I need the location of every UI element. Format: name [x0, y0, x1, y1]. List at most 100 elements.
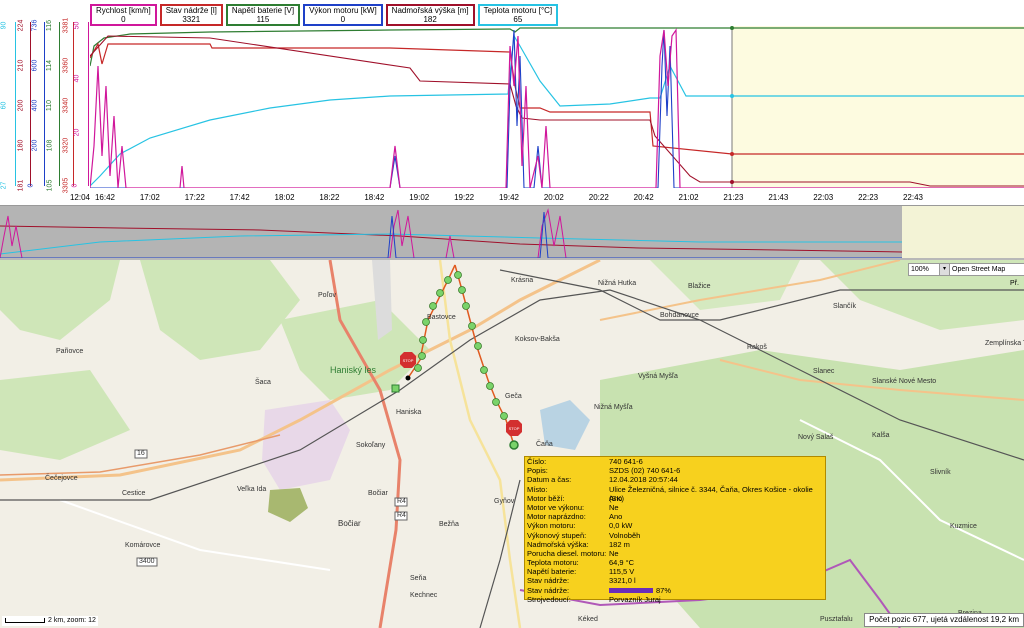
- info-key: Teplota motoru:: [527, 558, 579, 568]
- legend-label: Teplota motoru [°C]: [483, 6, 553, 15]
- time-tick: 16:42: [94, 193, 116, 202]
- info-key: Strojvedoucí:: [527, 594, 571, 604]
- time-tick: 19:42: [498, 193, 520, 202]
- place-label: Sokoľany: [356, 442, 386, 449]
- info-row: Motor naprázdno: Ano: [525, 512, 825, 521]
- scale-label: 2 km, zoom: 12: [48, 617, 96, 624]
- y-axis-tick: 114: [45, 59, 53, 72]
- map-layer-select[interactable]: Open Street Map: [949, 263, 1024, 276]
- legend-label: Nadmořská výška [m]: [391, 6, 469, 15]
- overview-plot[interactable]: [0, 206, 1024, 259]
- info-value: 12.04.2018 20:57:44: [609, 475, 678, 485]
- info-row: Stav nádrže: 87%: [525, 586, 825, 595]
- map-canvas[interactable]: STOP STOP: [0, 260, 1024, 628]
- place-label: Kéked: [578, 616, 598, 623]
- road-number-label: 16: [137, 450, 145, 457]
- legend-label: Rychlost [km/h]: [96, 6, 151, 15]
- place-label: Kuzmice: [950, 523, 977, 530]
- time-tick: 17:22: [184, 193, 205, 202]
- cursor-marker-voltage: [730, 26, 734, 30]
- info-row: Popis: SZDS (02) 740 641-6: [525, 466, 825, 475]
- timeline-overview[interactable]: [0, 205, 1024, 261]
- time-tick: 17:02: [139, 193, 160, 202]
- place-label: Slanské Nové Mesto: [872, 378, 937, 385]
- time-tick: 21:02: [678, 193, 699, 202]
- info-row: Porucha diesel. motoru: Ne: [525, 549, 825, 558]
- info-key: Místo:: [527, 484, 548, 494]
- info-value: Ano: [609, 512, 623, 522]
- chevron-down-icon[interactable]: ▾: [939, 264, 949, 275]
- y-axis-tick: 27: [0, 181, 8, 190]
- place-label: Krásna: [511, 277, 534, 284]
- place-label: Haniský les: [330, 365, 377, 375]
- place-label: Bočiar: [338, 519, 361, 528]
- map-view[interactable]: STOP STOP 16 3400 R4 R4 Poľov Krásna Nižná…: [0, 260, 1024, 628]
- place-label: Bočiar: [368, 490, 388, 497]
- current-position-marker: [509, 440, 519, 450]
- time-tick: 12:04: [69, 193, 91, 202]
- legend-label: Stav nádrže [l]: [165, 6, 217, 15]
- position-info-popup: Číslo: 740 641-6 Popis: SZDS (02) 740 641-6…: [524, 456, 826, 604]
- legend-item[interactable]: Výkon motoru [kW] 0: [303, 4, 383, 26]
- legend-value: 3321: [182, 15, 201, 24]
- info-value: Ano: [609, 493, 623, 503]
- place-label: Cestice: [122, 490, 146, 497]
- legend-item[interactable]: Napětí baterie [V] 115: [225, 4, 301, 26]
- place-label: Pusztafalu: [820, 616, 853, 623]
- legend-label: Výkon motoru [kW]: [309, 6, 377, 15]
- place-label: Geča: [505, 393, 522, 400]
- chart-plot[interactable]: [90, 26, 1024, 188]
- time-tick: 22:23: [858, 193, 879, 202]
- place-label: Bežňa: [439, 521, 459, 528]
- y-axis-tick: 180: [16, 139, 24, 152]
- y-axis-tick: 736: [31, 19, 39, 32]
- zoom-select[interactable]: 100% ▾: [908, 263, 950, 276]
- legend-item[interactable]: Nadmořská výška [m] 182: [385, 4, 475, 26]
- cursor-marker-temp: [730, 94, 734, 98]
- fuel-level-bar: [609, 588, 653, 594]
- y-axis: 0 20 40 50: [71, 18, 89, 190]
- y-axis-tick: 224: [16, 19, 24, 32]
- place-label: Čečejovce: [45, 475, 78, 482]
- cursor-marker-fuel: [730, 152, 734, 156]
- place-label: Nový Salaš: [798, 434, 834, 441]
- road-number-label: R4: [397, 498, 406, 505]
- place-label: Rakoš: [747, 344, 767, 351]
- legend-label: Napětí baterie [V]: [231, 6, 295, 15]
- place-label: Slančík: [833, 303, 856, 310]
- info-row: Datum a čas: 12.04.2018 20:57:44: [525, 475, 825, 484]
- info-value: 87%: [609, 586, 825, 595]
- info-key: Stav nádrže:: [527, 585, 570, 595]
- info-key: Výkon motoru:: [527, 521, 576, 531]
- time-tick: 20:22: [588, 193, 609, 202]
- y-axis: 0 200 400 600 736: [27, 18, 45, 190]
- y-axis-tick: 108: [45, 139, 53, 152]
- info-key: Popis:: [527, 466, 548, 476]
- info-key: Motor ve výkonu:: [527, 502, 585, 512]
- legend-item[interactable]: Stav nádrže [l] 3321: [159, 4, 223, 26]
- start-marker: [391, 384, 400, 393]
- info-row: Stav nádrže: 3321,0 l: [525, 576, 825, 585]
- legend-item[interactable]: Rychlost [km/h] 0: [90, 4, 157, 26]
- time-tick: 17:42: [229, 193, 250, 202]
- place-label: Blažice: [688, 283, 711, 290]
- legend-item[interactable]: Teplota motoru [°C] 65: [477, 4, 559, 26]
- info-value: Ne: [609, 548, 619, 558]
- y-axis-tick: 3320: [62, 137, 70, 154]
- place-label: Komárovce: [125, 542, 161, 549]
- chart-panel[interactable]: 27 60 90 181 180 200 210 224 0 200 400 600 736 105 108…: [0, 0, 1024, 205]
- map-side-tab[interactable]: Př.: [1010, 280, 1019, 287]
- legend-value: 0: [340, 15, 346, 24]
- cursor-marker-altitude: [730, 180, 734, 184]
- info-value: 0,0 kW: [609, 521, 633, 531]
- time-tick: 18:02: [274, 193, 295, 202]
- y-axis-tick: 116: [45, 19, 53, 32]
- y-axis-line: [87, 22, 89, 186]
- place-label: Zemplínska Teplica: [985, 340, 1024, 347]
- info-row: Motor ve výkonu: Ne: [525, 503, 825, 512]
- place-label: Bastovce: [427, 314, 456, 321]
- road-number-label: R4: [397, 512, 406, 519]
- info-row: Strojvedoucí: Porvazník Juraj: [525, 595, 825, 604]
- time-axis: 12:04 16:42 17:02 17:22 17:42 18:02 18:22 18:42…: [0, 190, 1024, 205]
- y-axes: 27 60 90 181 180 200 210 224 0 200 400 600 736 105 108…: [0, 18, 90, 193]
